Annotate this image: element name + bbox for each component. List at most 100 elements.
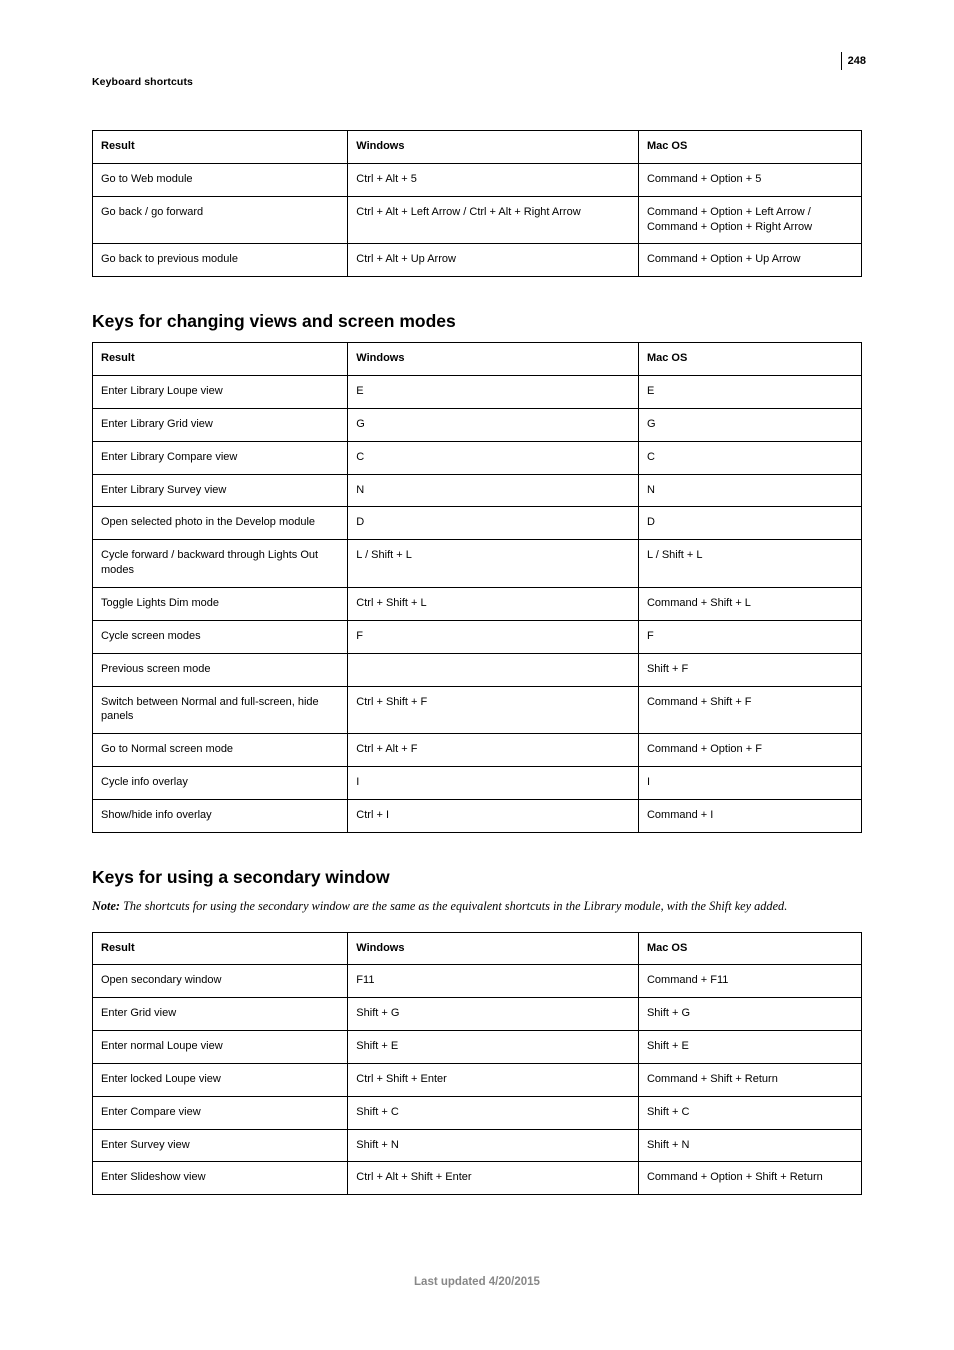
- cell-macos: Shift + E: [638, 1031, 861, 1064]
- section-label: Keyboard shortcuts: [92, 76, 862, 88]
- cell-windows: N: [348, 474, 639, 507]
- col-header-windows: Windows: [348, 131, 639, 164]
- cell-windows: F11: [348, 965, 639, 998]
- cell-windows: Shift + N: [348, 1129, 639, 1162]
- cell-macos: Command + Option + Shift + Return: [638, 1162, 861, 1195]
- cell-macos: Command + F11: [638, 965, 861, 998]
- cell-macos: Command + I: [638, 799, 861, 832]
- cell-macos: Command + Option + 5: [638, 163, 861, 196]
- cell-macos: G: [638, 408, 861, 441]
- col-header-result: Result: [93, 343, 348, 376]
- cell-result: Go to Web module: [93, 163, 348, 196]
- col-header-macos: Mac OS: [638, 131, 861, 164]
- heading-secondary: Keys for using a secondary window: [92, 867, 862, 888]
- cell-windows: [348, 653, 639, 686]
- col-header-macos: Mac OS: [638, 343, 861, 376]
- cell-macos: Shift + G: [638, 998, 861, 1031]
- cell-windows: L / Shift + L: [348, 540, 639, 588]
- table-row: Enter Survey viewShift + NShift + N: [93, 1129, 862, 1162]
- cell-result: Enter Slideshow view: [93, 1162, 348, 1195]
- table-row: Toggle Lights Dim modeCtrl + Shift + LCo…: [93, 587, 862, 620]
- cell-windows: D: [348, 507, 639, 540]
- page-number-wrap: 248: [841, 52, 866, 70]
- cell-result: Enter Library Grid view: [93, 408, 348, 441]
- cell-macos: F: [638, 620, 861, 653]
- cell-macos: Command + Shift + F: [638, 686, 861, 734]
- cell-macos: Shift + F: [638, 653, 861, 686]
- cell-macos: Shift + N: [638, 1129, 861, 1162]
- cell-windows: Ctrl + Alt + Up Arrow: [348, 244, 639, 277]
- cell-result: Previous screen mode: [93, 653, 348, 686]
- cell-macos: Command + Option + Left Arrow / Command …: [638, 196, 861, 244]
- col-header-macos: Mac OS: [638, 932, 861, 965]
- table-row: Show/hide info overlayCtrl + ICommand + …: [93, 799, 862, 832]
- table-row: Cycle forward / backward through Lights …: [93, 540, 862, 588]
- cell-result: Enter normal Loupe view: [93, 1031, 348, 1064]
- cell-result: Cycle forward / backward through Lights …: [93, 540, 348, 588]
- cell-windows: Ctrl + Shift + L: [348, 587, 639, 620]
- col-header-result: Result: [93, 131, 348, 164]
- table-views: Result Windows Mac OS Enter Library Loup…: [92, 342, 862, 833]
- cell-result: Enter Library Compare view: [93, 441, 348, 474]
- cell-windows: Ctrl + Alt + Shift + Enter: [348, 1162, 639, 1195]
- col-header-windows: Windows: [348, 932, 639, 965]
- cell-macos: L / Shift + L: [638, 540, 861, 588]
- table-row: Cycle info overlayII: [93, 767, 862, 800]
- cell-macos: C: [638, 441, 861, 474]
- cell-result: Enter Compare view: [93, 1096, 348, 1129]
- table-secondary: Result Windows Mac OS Open secondary win…: [92, 932, 862, 1196]
- cell-windows: Shift + C: [348, 1096, 639, 1129]
- table-header-row: Result Windows Mac OS: [93, 131, 862, 164]
- cell-windows: Ctrl + Shift + F: [348, 686, 639, 734]
- cell-result: Enter Grid view: [93, 998, 348, 1031]
- page: 248 Keyboard shortcuts Result Windows Ma…: [0, 0, 954, 1350]
- cell-result: Open selected photo in the Develop modul…: [93, 507, 348, 540]
- cell-result: Go to Normal screen mode: [93, 734, 348, 767]
- table-row: Enter Compare viewShift + CShift + C: [93, 1096, 862, 1129]
- cell-macos: Shift + C: [638, 1096, 861, 1129]
- cell-macos: E: [638, 376, 861, 409]
- cell-result: Show/hide info overlay: [93, 799, 348, 832]
- page-number: 248: [848, 55, 866, 67]
- table-row: Go to Web module Ctrl + Alt + 5 Command …: [93, 163, 862, 196]
- cell-windows: Ctrl + Alt + F: [348, 734, 639, 767]
- col-header-windows: Windows: [348, 343, 639, 376]
- table-header-row: Result Windows Mac OS: [93, 343, 862, 376]
- table-row: Switch between Normal and full-screen, h…: [93, 686, 862, 734]
- cell-windows: Shift + G: [348, 998, 639, 1031]
- col-header-result: Result: [93, 932, 348, 965]
- table-row: Open selected photo in the Develop modul…: [93, 507, 862, 540]
- table-navigation: Result Windows Mac OS Go to Web module C…: [92, 130, 862, 277]
- table-row: Enter Library Grid viewGG: [93, 408, 862, 441]
- cell-result: Go back / go forward: [93, 196, 348, 244]
- table-row: Enter Slideshow viewCtrl + Alt + Shift +…: [93, 1162, 862, 1195]
- cell-result: Cycle info overlay: [93, 767, 348, 800]
- cell-windows: C: [348, 441, 639, 474]
- table-row: Enter locked Loupe viewCtrl + Shift + En…: [93, 1063, 862, 1096]
- heading-views: Keys for changing views and screen modes: [92, 311, 862, 332]
- cell-windows: Ctrl + Shift + Enter: [348, 1063, 639, 1096]
- table-row: Go back / go forward Ctrl + Alt + Left A…: [93, 196, 862, 244]
- cell-windows: F: [348, 620, 639, 653]
- cell-result: Toggle Lights Dim mode: [93, 587, 348, 620]
- cell-result: Enter Library Survey view: [93, 474, 348, 507]
- cell-macos: Command + Shift + Return: [638, 1063, 861, 1096]
- cell-macos: Command + Option + F: [638, 734, 861, 767]
- cell-windows: Ctrl + I: [348, 799, 639, 832]
- table-row: Previous screen mode Shift + F: [93, 653, 862, 686]
- table-row: Go back to previous module Ctrl + Alt + …: [93, 244, 862, 277]
- table-row: Go to Normal screen modeCtrl + Alt + FCo…: [93, 734, 862, 767]
- cell-macos: D: [638, 507, 861, 540]
- cell-windows: Ctrl + Alt + 5: [348, 163, 639, 196]
- cell-windows: Ctrl + Alt + Left Arrow / Ctrl + Alt + R…: [348, 196, 639, 244]
- cell-macos: Command + Option + Up Arrow: [638, 244, 861, 277]
- table-row: Enter Library Compare viewCC: [93, 441, 862, 474]
- cell-windows: E: [348, 376, 639, 409]
- cell-result: Cycle screen modes: [93, 620, 348, 653]
- secondary-note: Note: The shortcuts for using the second…: [92, 898, 862, 916]
- cell-windows: G: [348, 408, 639, 441]
- page-number-rule: [841, 52, 842, 70]
- table-row: Enter Library Loupe viewEE: [93, 376, 862, 409]
- cell-macos: I: [638, 767, 861, 800]
- cell-result: Go back to previous module: [93, 244, 348, 277]
